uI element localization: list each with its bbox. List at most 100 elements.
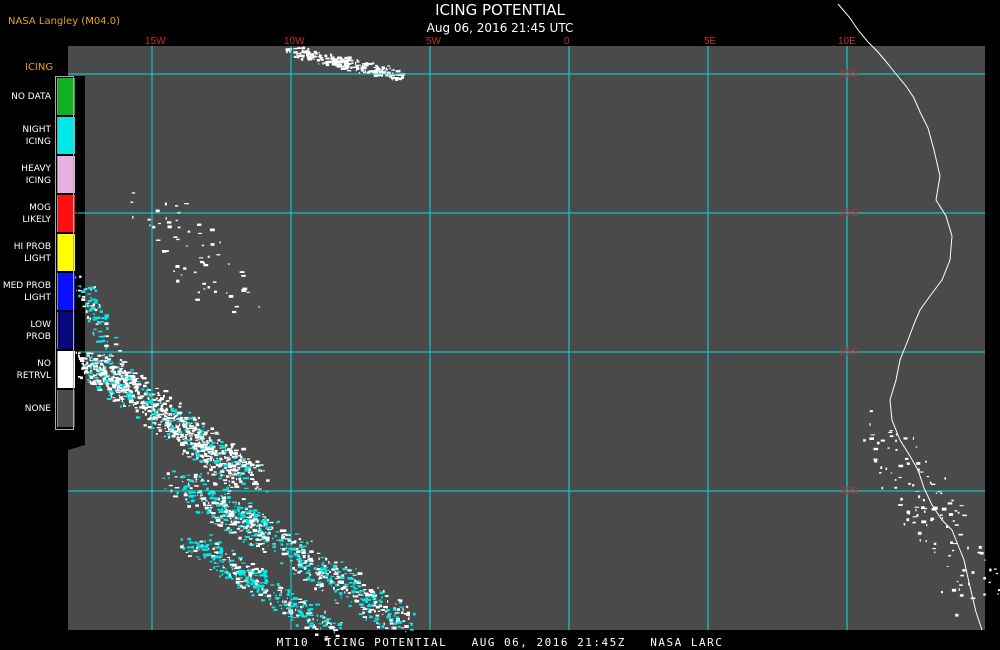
cloud-pixel xyxy=(132,372,138,375)
cloud-pixel xyxy=(243,526,248,529)
lat-label: 25S xyxy=(840,347,858,358)
cloud-pixel xyxy=(233,506,236,508)
cloud-pixel xyxy=(232,563,236,567)
cloud-pixel xyxy=(279,539,284,542)
cloud-pixel xyxy=(276,521,278,524)
cloud-pixel xyxy=(200,445,205,448)
cloud-pixel xyxy=(898,476,902,479)
cloud-pixel xyxy=(363,592,369,594)
cloud-pixel xyxy=(397,608,401,611)
cloud-pixel xyxy=(220,561,225,563)
lon-label: 10W xyxy=(284,36,305,47)
cloud-pixel xyxy=(188,482,189,486)
cloud-pixel xyxy=(211,456,213,458)
cloud-pixel xyxy=(297,47,301,49)
cloud-pixel xyxy=(232,501,236,504)
cloud-pixel xyxy=(286,593,290,596)
cloud-pixel xyxy=(97,340,103,343)
cloud-pixel xyxy=(989,568,992,572)
cloud-pixel xyxy=(948,513,954,516)
icing-map: 15W 10W 5W 0 5E 10E 15S 20S 25S 30S xyxy=(0,0,1000,650)
cloud-pixel xyxy=(219,575,221,578)
cloud-pixel xyxy=(94,374,97,376)
cloud-pixel xyxy=(227,556,231,558)
cloud-pixel xyxy=(241,562,246,564)
cloud-pixel xyxy=(232,474,237,476)
cloud-pixel xyxy=(331,568,333,571)
cloud-pixel xyxy=(358,613,364,616)
cloud-pixel xyxy=(143,392,147,396)
cloud-pixel xyxy=(324,610,326,614)
cloud-pixel xyxy=(256,483,259,486)
cloud-pixel xyxy=(163,418,167,421)
cloud-pixel xyxy=(87,316,89,319)
cloud-pixel xyxy=(89,376,94,379)
cloud-pixel xyxy=(233,472,237,474)
cloud-pixel xyxy=(251,535,254,537)
cloud-pixel xyxy=(926,524,928,527)
cloud-pixel xyxy=(147,218,151,221)
cloud-pixel xyxy=(264,581,267,584)
cloud-pixel xyxy=(206,487,209,491)
cloud-pixel xyxy=(336,64,342,68)
cloud-pixel xyxy=(206,511,210,514)
cloud-pixel xyxy=(256,545,260,547)
cloud-pixel xyxy=(385,627,389,629)
cloud-pixel xyxy=(90,355,93,357)
cloud-pixel xyxy=(267,545,269,547)
cloud-pixel xyxy=(333,630,335,634)
cloud-pixel xyxy=(188,447,194,449)
cloud-pixel xyxy=(225,576,228,580)
cloud-pixel xyxy=(128,399,134,402)
cloud-pixel xyxy=(197,416,200,420)
cloud-pixel xyxy=(100,359,104,362)
cloud-pixel xyxy=(238,536,242,540)
cloud-pixel xyxy=(157,403,159,406)
cloud-pixel xyxy=(205,506,208,509)
cloud-pixel xyxy=(228,558,230,561)
cloud-pixel xyxy=(240,456,243,459)
cloud-pixel xyxy=(213,482,216,485)
cloud-pixel xyxy=(173,270,175,272)
cloud-pixel xyxy=(398,602,402,604)
cloud-pixel xyxy=(239,271,245,273)
cloud-pixel xyxy=(173,431,177,434)
cloud-pixel xyxy=(367,608,370,610)
cloud-pixel xyxy=(207,472,209,475)
cloud-pixel xyxy=(163,390,169,393)
cloud-pixel xyxy=(225,460,228,462)
cloud-pixel xyxy=(272,543,276,545)
cloud-pixel xyxy=(956,580,959,583)
cloud-pixel xyxy=(364,70,366,73)
cloud-pixel xyxy=(225,523,228,526)
cloud-pixel xyxy=(110,395,113,398)
cloud-pixel xyxy=(155,387,159,389)
cloud-pixel xyxy=(381,613,384,615)
cloud-pixel xyxy=(224,449,228,451)
cloud-pixel xyxy=(301,605,304,608)
cloud-pixel xyxy=(188,546,193,548)
cloud-pixel xyxy=(230,567,233,569)
cloud-pixel xyxy=(208,539,212,542)
cloud-pixel xyxy=(217,498,221,501)
cloud-pixel xyxy=(203,264,209,267)
cloud-pixel xyxy=(320,59,324,61)
cloud-pixel xyxy=(92,317,96,319)
cloud-pixel xyxy=(165,400,170,402)
cloud-pixel xyxy=(320,615,324,618)
cloud-pixel xyxy=(101,378,104,380)
cloud-pixel xyxy=(318,623,322,625)
cloud-pixel xyxy=(216,254,221,256)
cloud-pixel xyxy=(166,472,170,476)
cloud-pixel xyxy=(214,449,218,453)
cloud-pixel xyxy=(87,300,93,302)
cloud-pixel xyxy=(164,488,167,490)
cloud-pixel xyxy=(375,64,378,67)
cloud-pixel xyxy=(93,328,97,331)
cloud-pixel xyxy=(301,46,306,50)
cloud-pixel xyxy=(193,476,198,479)
cloud-pixel xyxy=(296,606,299,608)
cloud-pixel xyxy=(119,359,123,361)
cloud-pixel xyxy=(180,444,186,446)
cloud-pixel xyxy=(407,617,410,620)
